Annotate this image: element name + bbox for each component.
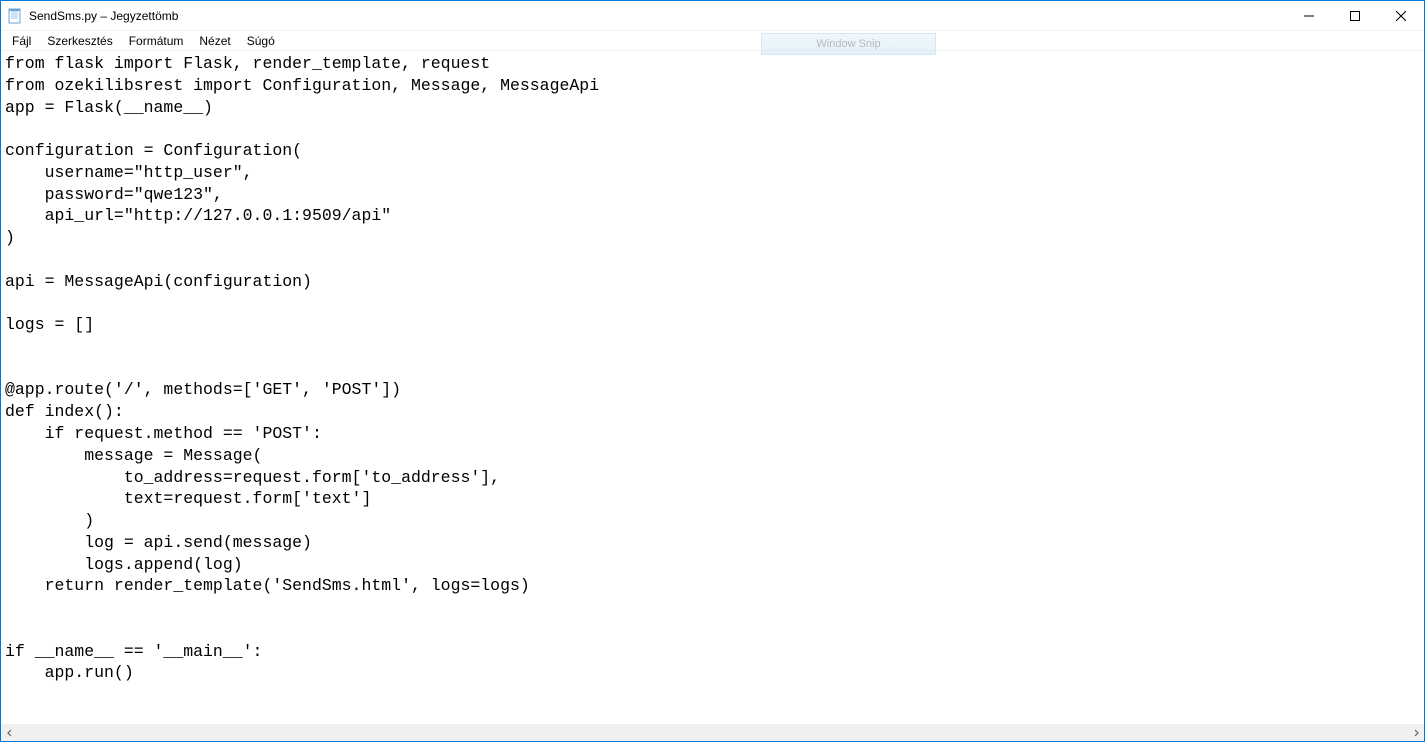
scroll-right-arrow[interactable] (1407, 724, 1424, 741)
notepad-icon (7, 8, 23, 24)
menu-format[interactable]: Formátum (122, 32, 191, 50)
menu-file[interactable]: Fájl (5, 32, 38, 50)
titlebar: SendSms.py – Jegyzettömb (1, 1, 1424, 31)
window-title: SendSms.py – Jegyzettömb (29, 9, 178, 23)
menu-edit[interactable]: Szerkesztés (40, 32, 119, 50)
horizontal-scrollbar[interactable] (1, 724, 1424, 741)
menubar: Fájl Szerkesztés Formátum Nézet Súgó (1, 31, 1424, 51)
scroll-left-arrow[interactable] (1, 724, 18, 741)
menu-view[interactable]: Nézet (192, 32, 237, 50)
close-button[interactable] (1378, 1, 1424, 30)
scroll-track[interactable] (18, 724, 1407, 741)
editor-area[interactable]: from flask import Flask, render_template… (1, 51, 1424, 724)
editor-content[interactable]: from flask import Flask, render_template… (1, 51, 1424, 686)
snip-overlay: Window Snip (761, 33, 936, 55)
snip-label: Window Snip (816, 38, 880, 50)
maximize-button[interactable] (1332, 1, 1378, 30)
minimize-button[interactable] (1286, 1, 1332, 30)
titlebar-left: SendSms.py – Jegyzettömb (7, 8, 178, 24)
window-controls (1286, 1, 1424, 30)
menu-help[interactable]: Súgó (240, 32, 282, 50)
